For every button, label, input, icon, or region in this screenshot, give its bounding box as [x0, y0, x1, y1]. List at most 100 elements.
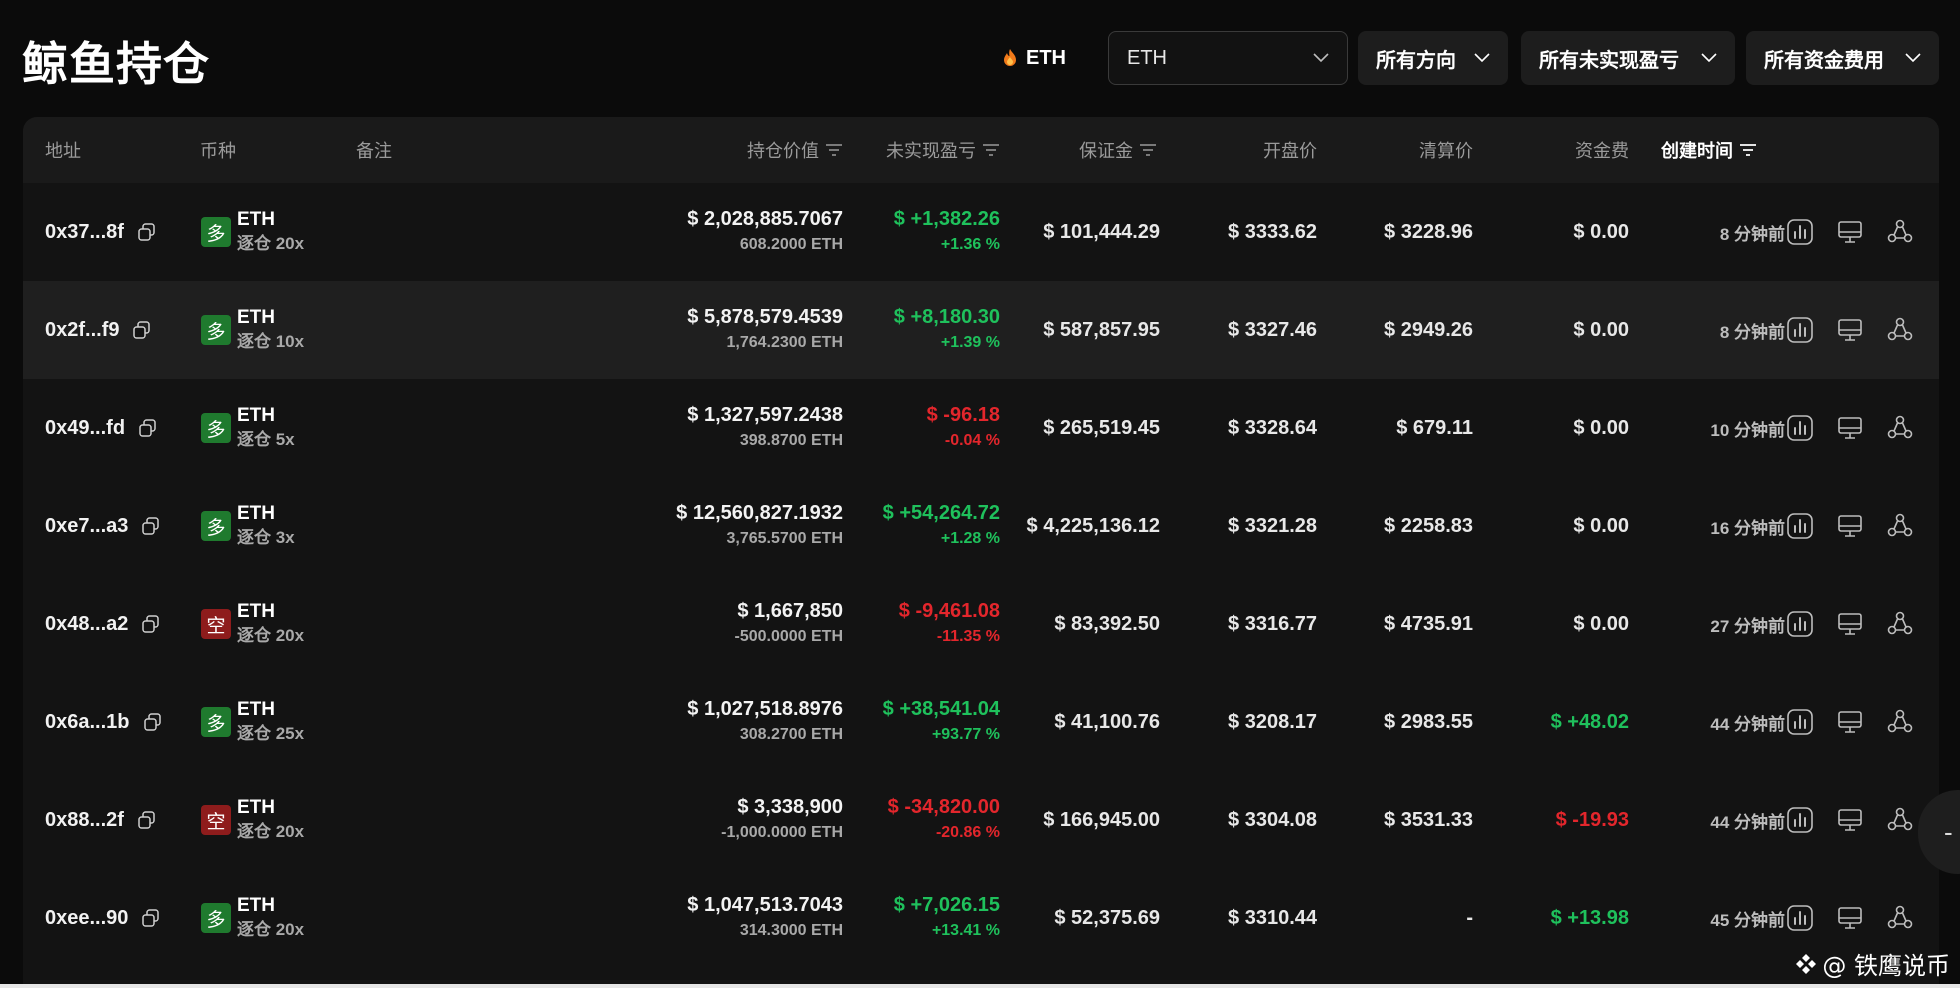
side-badge: 多: [201, 413, 231, 443]
copy-icon[interactable]: [137, 417, 159, 439]
margin-cell: $ 52,375.69: [1054, 906, 1160, 929]
position-value: $ 12,560,827.1932: [676, 502, 843, 524]
monitor-icon[interactable]: [1835, 805, 1865, 835]
chart-action[interactable]: [1785, 183, 1815, 281]
flame-icon: [1004, 49, 1016, 66]
monitor-action[interactable]: [1835, 771, 1865, 869]
header-created[interactable]: 创建时间: [1661, 117, 1757, 183]
monitor-action[interactable]: [1835, 379, 1865, 477]
bar-chart-icon[interactable]: [1785, 511, 1815, 541]
chart-action[interactable]: [1785, 379, 1815, 477]
chart-action[interactable]: [1785, 575, 1815, 673]
leverage-label: 逐仓 20x: [237, 626, 305, 645]
table-row[interactable]: 0x37...8f 多 ETH 逐仓 20x $ 2,028,885.7067 608.2…: [23, 183, 1939, 281]
table-row[interactable]: 0x49...fd 多 ETH 逐仓 5x $ 1,327,597.2438 398.87…: [23, 379, 1939, 477]
bar-chart-icon[interactable]: [1785, 609, 1815, 639]
entry-price-cell: $ 3333.62: [1228, 220, 1317, 243]
monitor-icon[interactable]: [1835, 609, 1865, 639]
position-value-cell: $ 5,878,579.4539 1,764.2300 ETH: [623, 281, 843, 379]
share-network-icon[interactable]: [1885, 707, 1915, 737]
share-network-icon[interactable]: [1885, 315, 1915, 345]
chart-action[interactable]: [1785, 673, 1815, 771]
monitor-action[interactable]: [1835, 575, 1865, 673]
coin-name: ETH: [237, 797, 275, 818]
entry-price-cell: $ 3321.28: [1228, 514, 1317, 537]
bar-chart-icon[interactable]: [1785, 315, 1815, 345]
share-network-icon[interactable]: [1885, 217, 1915, 247]
address-text[interactable]: 0x49...fd: [45, 417, 125, 440]
copy-icon[interactable]: [131, 319, 153, 341]
address-text[interactable]: 0xe7...a3: [45, 515, 128, 538]
coin-cell: 多 ETH 逐仓 3x: [201, 477, 295, 575]
share-network-icon[interactable]: [1885, 511, 1915, 541]
monitor-icon[interactable]: [1835, 707, 1865, 737]
side-badge: 多: [201, 217, 231, 247]
share-network-icon[interactable]: [1885, 609, 1915, 639]
table-row[interactable]: 0xe7...a3 多 ETH 逐仓 3x $ 12,560,827.1932 3,765…: [23, 477, 1939, 575]
table-row[interactable]: 0x2f...f9 多 ETH 逐仓 10x $ 5,878,579.4539 1,764…: [23, 281, 1939, 379]
network-action[interactable]: [1885, 379, 1915, 477]
address-text[interactable]: 0x37...8f: [45, 221, 124, 244]
network-action[interactable]: [1885, 281, 1915, 379]
table-row[interactable]: 0x6a...1b 多 ETH 逐仓 25x $ 1,027,518.8976 308.2…: [23, 673, 1939, 771]
pnl-cell: $ +38,541.04 +93.77 %: [843, 673, 1000, 771]
funding-cell: $ 0.00: [1573, 220, 1629, 243]
address-text[interactable]: 0x88...2f: [45, 809, 124, 832]
network-action[interactable]: [1885, 183, 1915, 281]
table-row[interactable]: 0x88...2f 空 ETH 逐仓 20x $ 3,338,900 -1,000.000…: [23, 771, 1939, 869]
token-select[interactable]: ETH: [1108, 31, 1348, 85]
share-network-icon[interactable]: [1885, 413, 1915, 443]
sort-icon: [983, 144, 999, 156]
monitor-icon[interactable]: [1835, 903, 1865, 933]
network-action[interactable]: [1885, 771, 1915, 869]
share-network-icon[interactable]: [1885, 903, 1915, 933]
bar-chart-icon[interactable]: [1785, 805, 1815, 835]
bar-chart-icon[interactable]: [1785, 707, 1815, 737]
monitor-action[interactable]: [1835, 673, 1865, 771]
monitor-icon[interactable]: [1835, 413, 1865, 443]
copy-icon[interactable]: [140, 515, 162, 537]
copy-icon[interactable]: [142, 711, 164, 733]
network-action[interactable]: [1885, 673, 1915, 771]
pnl-filter[interactable]: 所有未实现盈亏: [1521, 31, 1735, 85]
monitor-action[interactable]: [1835, 281, 1865, 379]
network-action[interactable]: [1885, 575, 1915, 673]
entry-price-cell: $ 3304.08: [1228, 808, 1317, 831]
bar-chart-icon[interactable]: [1785, 413, 1815, 443]
header-margin[interactable]: 保证金: [1003, 117, 1157, 183]
share-network-icon[interactable]: [1885, 805, 1915, 835]
bar-chart-icon[interactable]: [1785, 217, 1815, 247]
monitor-icon[interactable]: [1835, 511, 1865, 541]
monitor-action[interactable]: [1835, 183, 1865, 281]
address-text[interactable]: 0x2f...f9: [45, 319, 119, 342]
funding-filter[interactable]: 所有资金费用: [1746, 31, 1939, 85]
table-row[interactable]: 0xee...90 多 ETH 逐仓 20x $ 1,047,513.7043 314.3…: [23, 869, 1939, 967]
copy-icon[interactable]: [140, 907, 162, 929]
monitor-icon[interactable]: [1835, 315, 1865, 345]
chart-action[interactable]: [1785, 771, 1815, 869]
copy-icon[interactable]: [136, 809, 158, 831]
network-action[interactable]: [1885, 477, 1915, 575]
monitor-icon[interactable]: [1835, 217, 1865, 247]
header-position-value[interactable]: 持仓价值: [623, 117, 843, 183]
chart-action[interactable]: [1785, 477, 1815, 575]
chart-action[interactable]: [1785, 281, 1815, 379]
bar-chart-icon[interactable]: [1785, 903, 1815, 933]
funding-cell: $ 0.00: [1573, 318, 1629, 341]
header-note: 备注: [356, 141, 392, 161]
token-indicator[interactable]: ETH: [1002, 38, 1066, 78]
side-badge: 多: [201, 511, 231, 541]
created-time-cell: 44 分钟前: [1710, 812, 1785, 832]
monitor-action[interactable]: [1835, 477, 1865, 575]
direction-filter[interactable]: 所有方向: [1358, 31, 1508, 85]
liq-price-cell: $ 2258.83: [1384, 514, 1473, 537]
copy-icon[interactable]: [136, 221, 158, 243]
header-unrealized-pnl[interactable]: 未实现盈亏: [843, 117, 1000, 183]
entry-price-cell: $ 3310.44: [1228, 906, 1317, 929]
address-text[interactable]: 0x6a...1b: [45, 711, 130, 734]
copy-icon[interactable]: [140, 613, 162, 635]
table-row[interactable]: 0x48...a2 空 ETH 逐仓 20x $ 1,667,850 -500.0000 …: [23, 575, 1939, 673]
address-text[interactable]: 0x48...a2: [45, 613, 128, 636]
address-text[interactable]: 0xee...90: [45, 907, 128, 930]
position-value-cell: $ 2,028,885.7067 608.2000 ETH: [623, 183, 843, 281]
